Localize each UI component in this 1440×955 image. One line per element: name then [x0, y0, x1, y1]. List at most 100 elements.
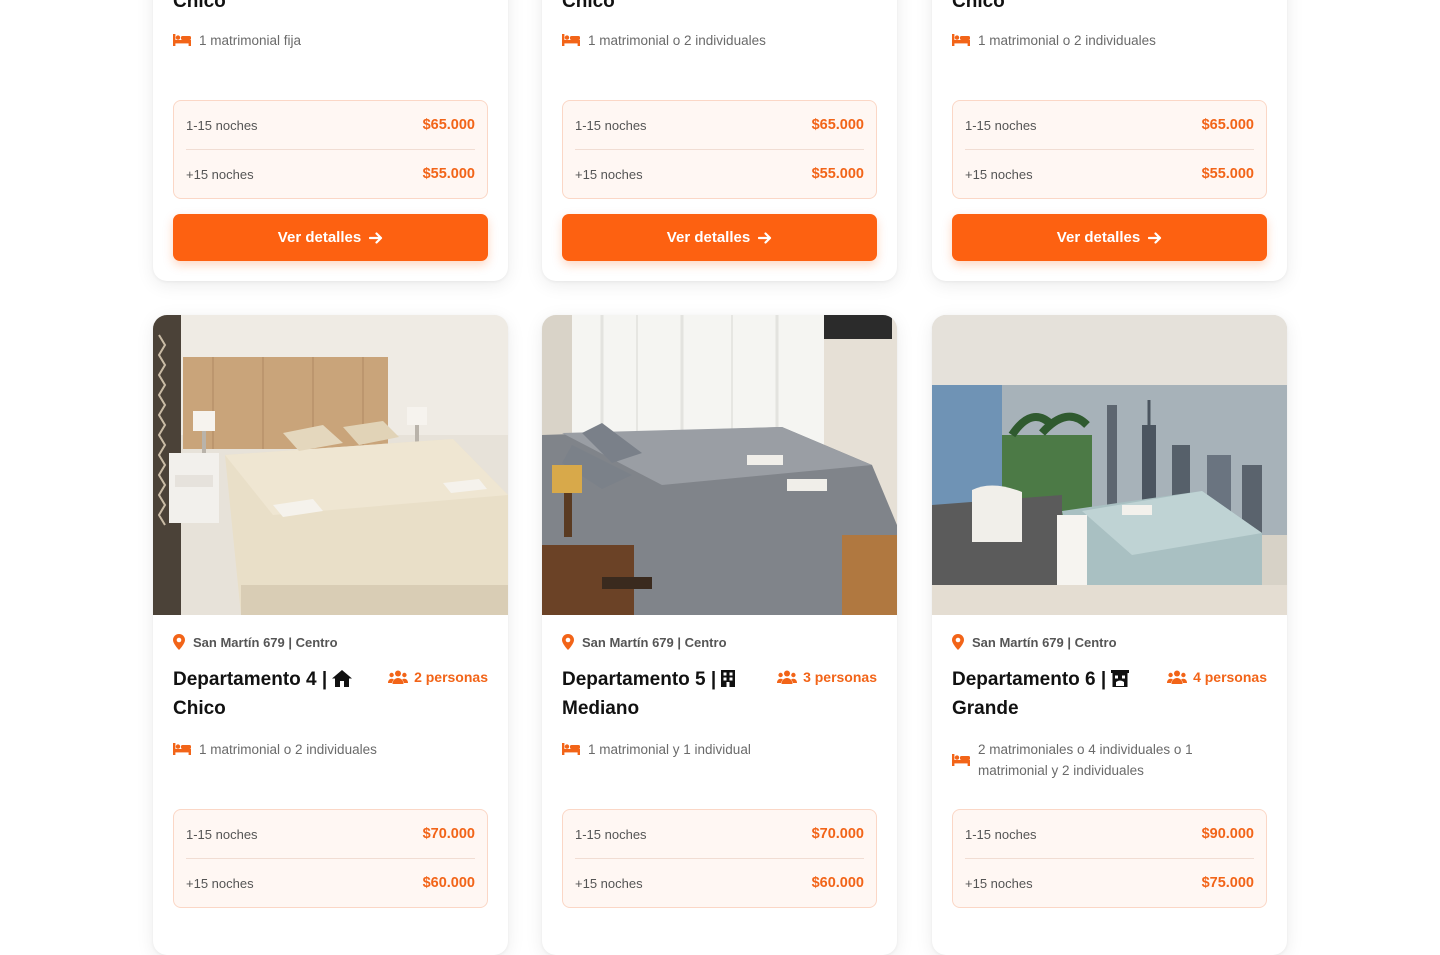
card-size: Grande	[952, 698, 1019, 719]
price-label: +15 noches	[575, 166, 643, 182]
price-label: 1-15 noches	[186, 826, 258, 842]
card-size: Mediano	[562, 698, 640, 719]
price-table: 1-15 noches $65.000 +15 noches $55.000	[562, 100, 877, 199]
bed-info: 1 matrimonial o 2 individuales	[562, 30, 877, 51]
price-value: $55.000	[811, 166, 864, 182]
details-button-label: Ver detalles	[1056, 229, 1141, 246]
price-value: $55.000	[422, 166, 475, 182]
bed-text: 1 matrimonial o 2 individuales	[978, 33, 1156, 48]
details-button-label: Ver detalles	[277, 229, 362, 246]
hotel-icon	[1111, 670, 1130, 687]
building-icon	[721, 670, 736, 687]
apartment-card: Chico 1 matrimonial o 2 individuales 1-1…	[542, 0, 897, 281]
map-pin-icon	[173, 634, 185, 650]
price-value: $65.000	[811, 117, 864, 133]
price-label: 1-15 noches	[575, 117, 647, 133]
price-label: +15 noches	[575, 875, 643, 891]
location-text: San Martín 679 | Centro	[972, 634, 1117, 650]
price-row: 1-15 noches $65.000	[965, 101, 1254, 149]
price-value: $55.000	[1201, 166, 1254, 182]
price-table: 1-15 noches $65.000 +15 noches $55.000	[952, 100, 1267, 199]
price-label: 1-15 noches	[965, 117, 1037, 133]
details-button[interactable]: Ver detalles	[952, 214, 1267, 261]
details-button[interactable]: Ver detalles	[173, 214, 488, 261]
apartment-photo[interactable]	[153, 315, 508, 615]
price-row: 1-15 noches $70.000	[575, 810, 864, 858]
card-title[interactable]: Departamento 5 | Mediano	[562, 665, 767, 723]
location: San Martín 679 | Centro	[173, 634, 488, 650]
arrow-right-icon	[369, 231, 383, 244]
price-label: 1-15 noches	[186, 117, 258, 133]
price-row: +15 noches $55.000	[965, 149, 1254, 198]
bed-info: 1 matrimonial fija	[173, 30, 488, 51]
price-value: $65.000	[422, 117, 475, 133]
bed-text: 1 matrimonial o 2 individuales	[588, 33, 766, 48]
bed-info: 1 matrimonial o 2 individuales	[952, 30, 1267, 51]
map-pin-icon	[952, 634, 964, 650]
price-label: +15 noches	[186, 166, 254, 182]
card-title[interactable]: Departamento 6 | Grande	[952, 665, 1157, 723]
price-label: 1-15 noches	[965, 826, 1037, 842]
details-button-label: Ver detalles	[666, 229, 751, 246]
price-value: $60.000	[811, 875, 864, 891]
price-table: 1-15 noches $90.000 +15 noches $75.000	[952, 809, 1267, 908]
bed-info: 1 matrimonial o 2 individuales	[173, 739, 488, 760]
apartment-photo[interactable]	[542, 315, 897, 615]
users-icon	[777, 670, 798, 684]
capacity-badge: 2 personas	[388, 669, 488, 685]
bed-text: 1 matrimonial o 2 individuales	[199, 742, 377, 757]
bed-info: 2 matrimoniales o 4 individuales o 1 mat…	[952, 739, 1267, 781]
card-title-text: Departamento 6 |	[952, 669, 1107, 690]
price-row: 1-15 noches $65.000	[575, 101, 864, 149]
price-value: $70.000	[422, 826, 475, 842]
location: San Martín 679 | Centro	[952, 634, 1267, 650]
price-label: +15 noches	[965, 875, 1033, 891]
bed-text: 1 matrimonial fija	[199, 33, 302, 48]
details-button[interactable]: Ver detalles	[562, 214, 877, 261]
bed-info: 1 matrimonial y 1 individual	[562, 739, 877, 760]
arrow-right-icon	[758, 231, 772, 244]
card-title: Chico	[562, 0, 615, 12]
apartment-photo[interactable]	[932, 315, 1287, 615]
card-title[interactable]: Departamento 4 | Chico	[173, 665, 378, 723]
price-value: $65.000	[1201, 117, 1254, 133]
price-row: 1-15 noches $65.000	[186, 101, 475, 149]
apartment-card: San Martín 679 | Centro Departamento 4 |…	[153, 315, 508, 955]
card-title-text: Departamento 4 |	[173, 669, 328, 690]
location-text: San Martín 679 | Centro	[582, 634, 727, 650]
apartment-card: San Martín 679 | Centro Departamento 5 |…	[542, 315, 897, 955]
bed-icon	[952, 754, 970, 766]
capacity-badge: 3 personas	[777, 669, 877, 685]
bed-text: 1 matrimonial y 1 individual	[588, 742, 751, 757]
price-table: 1-15 noches $65.000 +15 noches $55.000	[173, 100, 488, 199]
price-label: 1-15 noches	[575, 826, 647, 842]
apartment-card: Chico 1 matrimonial fija 1-15 noches $65.…	[153, 0, 508, 281]
capacity-badge: 4 personas	[1167, 669, 1267, 685]
capacity-text: 3 personas	[803, 669, 877, 685]
location-text: San Martín 679 | Centro	[193, 634, 338, 650]
users-icon	[1167, 670, 1188, 684]
bed-text: 2 matrimoniales o 4 individuales o 1 mat…	[978, 742, 1193, 778]
bed-icon	[562, 743, 580, 755]
bed-icon	[952, 34, 970, 46]
price-table: 1-15 noches $70.000 +15 noches $60.000	[562, 809, 877, 908]
price-row: +15 noches $55.000	[575, 149, 864, 198]
capacity-text: 4 personas	[1193, 669, 1267, 685]
price-table: 1-15 noches $70.000 +15 noches $60.000	[173, 809, 488, 908]
price-label: +15 noches	[186, 875, 254, 891]
card-size: Chico	[173, 698, 226, 719]
card-title: Chico	[173, 0, 226, 12]
house-icon	[332, 670, 353, 687]
arrow-right-icon	[1148, 231, 1162, 244]
bed-icon	[173, 34, 191, 46]
users-icon	[388, 670, 409, 684]
apartment-card: Chico 1 matrimonial o 2 individuales 1-1…	[932, 0, 1287, 281]
price-label: +15 noches	[965, 166, 1033, 182]
price-row: 1-15 noches $90.000	[965, 810, 1254, 858]
card-title: Chico	[952, 0, 1005, 12]
price-row: 1-15 noches $70.000	[186, 810, 475, 858]
capacity-text: 2 personas	[414, 669, 488, 685]
price-value: $75.000	[1201, 875, 1254, 891]
price-row: +15 noches $55.000	[186, 149, 475, 198]
card-title-text: Departamento 5 |	[562, 669, 717, 690]
